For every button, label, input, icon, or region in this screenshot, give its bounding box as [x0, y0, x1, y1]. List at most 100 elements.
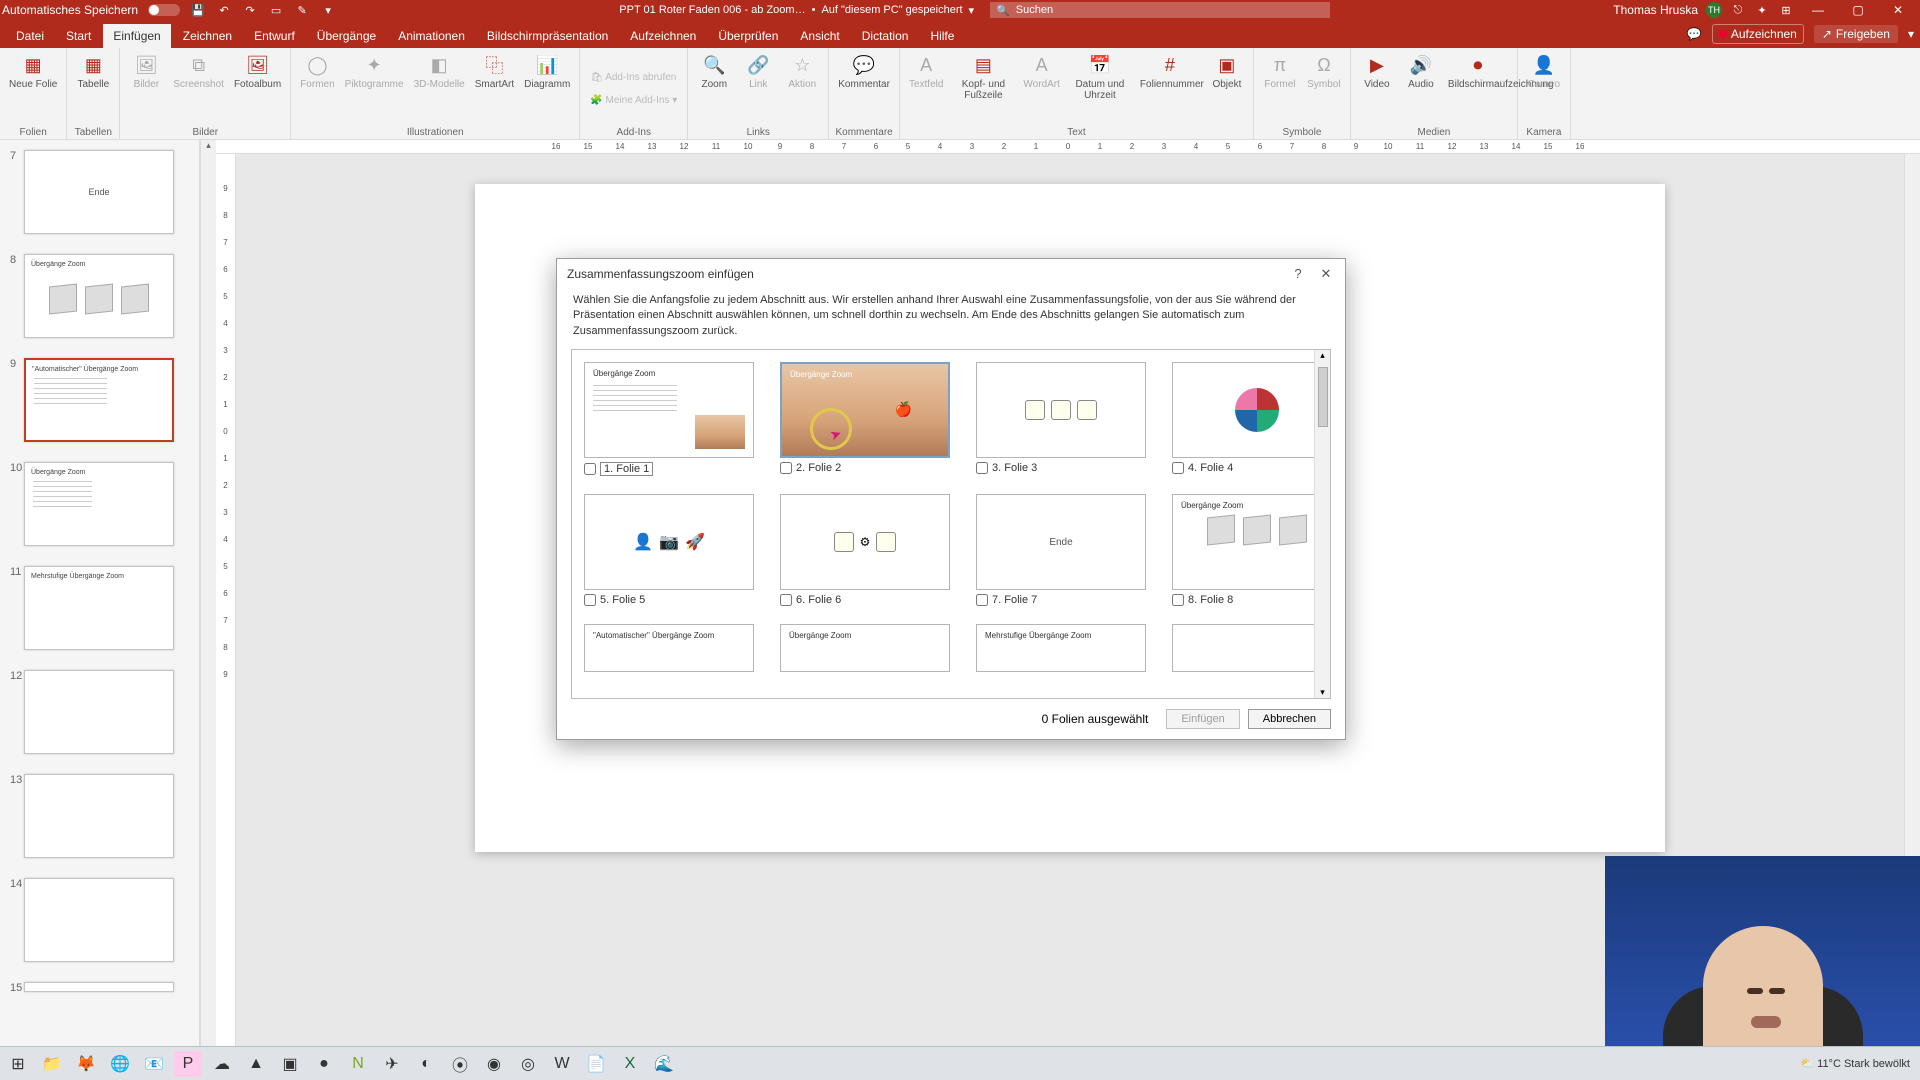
close-button[interactable]: ✕	[1882, 3, 1914, 17]
slide-thumb-9[interactable]: "Automatischer" Übergänge Zoom	[24, 358, 174, 442]
share-button[interactable]: ↗Freigeben	[1814, 25, 1898, 43]
audio-button[interactable]: 🔊Audio	[1401, 51, 1441, 92]
tab-dictation[interactable]: Dictation	[852, 24, 919, 48]
tab-insert[interactable]: Einfügen	[103, 24, 170, 48]
textbox-button[interactable]: ATextfeld	[906, 51, 946, 92]
tab-review[interactable]: Überprüfen	[708, 24, 788, 48]
dialog-slide-12[interactable]	[1172, 624, 1331, 672]
tb-ico-3[interactable]: ⊞	[1778, 2, 1794, 18]
thumbnails-scrollbar[interactable]: ▴▾	[200, 140, 216, 1054]
equation-button[interactable]: πFormel	[1260, 51, 1300, 92]
comments-icon[interactable]: 💬	[1687, 27, 1702, 41]
weather-widget[interactable]: ⛅ 11°C Stark bewölkt	[1800, 1057, 1910, 1070]
tab-help[interactable]: Hilfe	[920, 24, 964, 48]
undo-icon[interactable]: ↶	[216, 2, 232, 18]
slide-thumb-14[interactable]	[24, 878, 174, 962]
3dmodels-button[interactable]: ◧3D-Modelle	[411, 51, 468, 92]
dialog-slide-11[interactable]: Mehrstufige Übergänge Zoom	[976, 624, 1146, 672]
slide-thumb-8[interactable]: Übergänge Zoom	[24, 254, 174, 338]
quick-access-icon[interactable]: ✎	[294, 2, 310, 18]
task-app-icon[interactable]: ☁	[208, 1051, 236, 1077]
tab-record[interactable]: Aufzeichnen	[620, 24, 706, 48]
minimize-button[interactable]: —	[1802, 3, 1834, 17]
task-powerpoint-icon[interactable]: P	[174, 1051, 202, 1077]
slidenumber-button[interactable]: #Foliennummer	[1137, 51, 1203, 92]
tab-view[interactable]: Ansicht	[790, 24, 849, 48]
photoalbum-button[interactable]: 🖼Fotoalbum	[231, 51, 284, 92]
icons-button[interactable]: ✦Piktogramme	[342, 51, 407, 92]
tab-slideshow[interactable]: Bildschirmpräsentation	[477, 24, 618, 48]
task-app5-icon[interactable]: ◉	[480, 1051, 508, 1077]
wordart-button[interactable]: AWordArt	[1020, 51, 1063, 92]
task-app4-icon[interactable]: ◐	[412, 1051, 440, 1077]
smartart-button[interactable]: ⿻SmartArt	[472, 51, 517, 92]
chevron-down-icon[interactable]: ▾	[969, 4, 975, 17]
task-vlc-icon[interactable]: ▲	[242, 1051, 270, 1077]
dialog-slide-3[interactable]: 3. Folie 3	[976, 362, 1146, 476]
account-name[interactable]: Thomas Hruska	[1613, 3, 1698, 17]
dialog-slide-2[interactable]: Übergänge Zoom ➤ 🍎 2. Folie 2	[780, 362, 950, 476]
cameo-button[interactable]: 👤Cameo	[1524, 51, 1564, 92]
task-firefox-icon[interactable]: 🦊	[72, 1051, 100, 1077]
task-obs-icon[interactable]: ⦿	[446, 1051, 474, 1077]
tb-ico-1[interactable]: ⎋	[1730, 2, 1746, 18]
dialog-slide-6[interactable]: ⚙ 6. Folie 6	[780, 494, 950, 606]
new-slide-button[interactable]: ▦Neue Folie	[6, 51, 60, 92]
my-addins-button[interactable]: 🧩 Meine Add-Ins ▾	[586, 93, 681, 108]
task-explorer-icon[interactable]: 📁	[38, 1051, 66, 1077]
datetime-button[interactable]: 📅Datum und Uhrzeit	[1067, 51, 1133, 103]
comment-button[interactable]: 💬Kommentar	[835, 51, 893, 92]
dialog-slide-8[interactable]: Übergänge Zoom 8. Folie 8	[1172, 494, 1331, 606]
help-button[interactable]: ?	[1289, 266, 1307, 282]
task-telegram-icon[interactable]: ✈	[378, 1051, 406, 1077]
task-app7-icon[interactable]: 📄	[582, 1051, 610, 1077]
tab-home[interactable]: Start	[56, 24, 101, 48]
task-edge-icon[interactable]: 🌊	[650, 1051, 678, 1077]
tab-animations[interactable]: Animationen	[388, 24, 475, 48]
autosave-toggle[interactable]	[148, 4, 180, 16]
search-box[interactable]: 🔍 Suchen	[990, 2, 1330, 18]
dialog-slide-5[interactable]: 👤📷🚀 5. Folie 5	[584, 494, 754, 606]
start-button[interactable]: ⊞	[4, 1051, 32, 1077]
screenrec-button[interactable]: ⏺Bildschirmaufzeichnung	[1445, 51, 1511, 92]
task-app6-icon[interactable]: ◎	[514, 1051, 542, 1077]
table-button[interactable]: ▦Tabelle	[73, 51, 113, 92]
slide-thumb-10[interactable]: Übergänge Zoom	[24, 462, 174, 546]
chart-button[interactable]: 📊Diagramm	[521, 51, 573, 92]
task-onenote-icon[interactable]: N	[344, 1051, 372, 1077]
dialog-slide-1[interactable]: Übergänge Zoom 1. Folie 1	[584, 362, 754, 476]
shapes-button[interactable]: ◯Formen	[297, 51, 337, 92]
video-button[interactable]: ▶Video	[1357, 51, 1397, 92]
get-addins-button[interactable]: 🛍 Add-Ins abrufen	[586, 70, 680, 85]
dialog-close-button[interactable]: ✕	[1317, 266, 1335, 282]
task-app2-icon[interactable]: ▣	[276, 1051, 304, 1077]
tab-file[interactable]: Datei	[6, 24, 54, 48]
screenshot-button[interactable]: ⧉Screenshot	[170, 51, 227, 92]
tab-draw[interactable]: Zeichnen	[173, 24, 242, 48]
start-from-beginning-icon[interactable]: ▭	[268, 2, 284, 18]
cancel-button[interactable]: Abbrechen	[1248, 709, 1331, 729]
dialog-slide-9[interactable]: "Automatischer" Übergänge Zoom	[584, 624, 754, 672]
dialog-scrollbar[interactable]: ▴▾	[1314, 350, 1330, 698]
task-word-icon[interactable]: W	[548, 1051, 576, 1077]
chevron-down-icon[interactable]: ▾	[1908, 27, 1914, 41]
object-button[interactable]: ▣Objekt	[1207, 51, 1247, 92]
zoom-button[interactable]: 🔍Zoom	[694, 51, 734, 92]
dialog-slide-7[interactable]: Ende 7. Folie 7	[976, 494, 1146, 606]
slide-thumb-12[interactable]	[24, 670, 174, 754]
slide-thumb-7[interactable]: Ende	[24, 150, 174, 234]
avatar[interactable]: TH	[1706, 2, 1722, 18]
slide-thumbnails-panel[interactable]: 7 Ende 8 Übergänge Zoom 9 "Automatischer…	[0, 140, 200, 1054]
tb-ico-2[interactable]: ✦	[1754, 2, 1770, 18]
slide-thumb-13[interactable]	[24, 774, 174, 858]
task-outlook-icon[interactable]: 📧	[140, 1051, 168, 1077]
symbol-button[interactable]: ΩSymbol	[1304, 51, 1344, 92]
redo-icon[interactable]: ↷	[242, 2, 258, 18]
tab-design[interactable]: Entwurf	[244, 24, 305, 48]
action-button[interactable]: ☆Aktion	[782, 51, 822, 92]
slide-thumb-15[interactable]	[24, 982, 174, 992]
link-button[interactable]: 🔗Link	[738, 51, 778, 92]
record-button[interactable]: Aufzeichnen	[1712, 24, 1804, 44]
tab-transitions[interactable]: Übergänge	[307, 24, 386, 48]
slide-thumb-11[interactable]: Mehrstufige Übergänge Zoom	[24, 566, 174, 650]
